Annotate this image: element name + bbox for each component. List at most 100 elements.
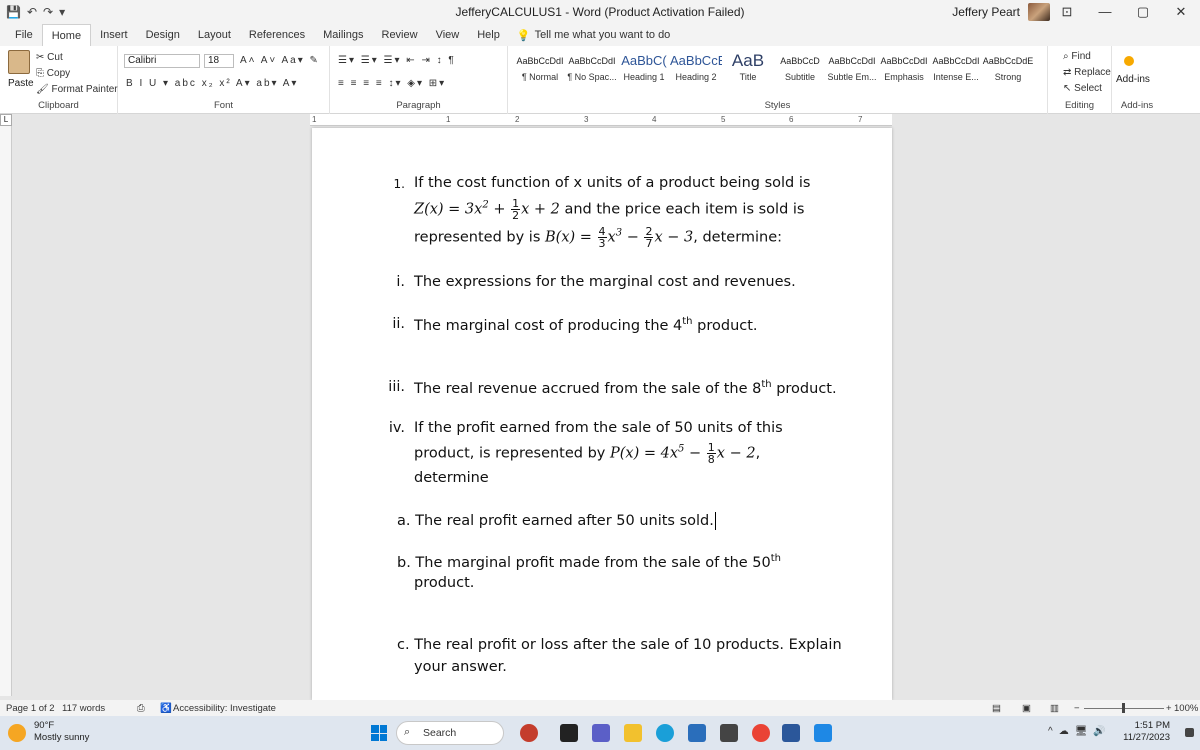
word-count[interactable]: 117 words <box>62 703 105 714</box>
app-icon-word[interactable] <box>782 724 800 742</box>
tab-file[interactable]: File <box>6 24 42 46</box>
lightbulb-icon: 💡 <box>516 29 531 42</box>
ruler-mark: 7 <box>858 115 863 124</box>
tell-me-search[interactable]: 💡 Tell me what you want to do <box>517 29 670 42</box>
accessibility-icon: ♿ <box>160 703 172 714</box>
format-painter-button[interactable]: 🖌 Format Painter <box>36 84 118 95</box>
ribbon-tabs: File Home Insert Design Layout Reference… <box>0 23 1200 47</box>
search-icon: ⌕ <box>404 726 411 738</box>
paste-button[interactable]: Paste <box>8 78 34 89</box>
maximize-icon[interactable]: ▢ <box>1124 0 1162 24</box>
weather-widget[interactable]: 90°F Mostly sunny <box>34 720 89 744</box>
app-icon-file-explorer[interactable] <box>624 724 642 742</box>
style-emphasis[interactable]: AaBbCcDdI Emphasis <box>878 52 930 82</box>
replace-label: Replace <box>1074 67 1111 78</box>
ribbon-display-options-icon[interactable]: ⊡ <box>1048 0 1086 24</box>
style-heading-2[interactable]: AaBbCcE Heading 2 <box>670 52 722 82</box>
style-sample: AaBbCcD <box>780 56 820 66</box>
save-icon[interactable]: 💾 <box>6 5 21 19</box>
app-icon-store[interactable] <box>688 724 706 742</box>
redo-icon[interactable]: ↷ <box>43 5 53 19</box>
tab-selector[interactable]: L <box>0 114 12 126</box>
print-layout-icon[interactable]: ▣ <box>1022 703 1031 714</box>
style-intense-emphasis[interactable]: AaBbCcDdI Intense E... <box>930 52 982 82</box>
vertical-ruler[interactable] <box>0 126 12 696</box>
document-page[interactable]: 1. If the cost function of x units of a … <box>312 128 892 700</box>
windows-start-icon[interactable] <box>371 725 387 741</box>
tab-insert[interactable]: Insert <box>91 24 137 46</box>
page-count[interactable]: Page 1 of 2 <box>6 703 55 714</box>
app-icon-task-view[interactable] <box>560 724 578 742</box>
style-no-spacing[interactable]: AaBbCcDdI ¶ No Spac... <box>566 52 618 82</box>
tab-home[interactable]: Home <box>41 23 92 47</box>
proofing-icon[interactable]: ⎙ <box>137 703 145 714</box>
cut-button[interactable]: ✂ Cut <box>36 52 63 63</box>
customize-qat-icon[interactable]: ▾ <box>59 5 65 19</box>
copy-button[interactable]: ⎘ Copy <box>36 68 70 79</box>
tab-mailings[interactable]: Mailings <box>314 24 372 46</box>
zoom-level[interactable]: 100% <box>1174 703 1198 714</box>
find-button[interactable]: ⌕ Find <box>1063 51 1091 62</box>
style-title[interactable]: AaB Title <box>722 52 774 82</box>
fraction: 12 <box>511 198 521 221</box>
app-icon-mail[interactable] <box>720 724 738 742</box>
font-row-2[interactable]: B I U ▾ abc x₂ x² A▾ ab▾ A▾ <box>126 78 298 89</box>
tab-layout[interactable]: Layout <box>189 24 240 46</box>
taskbar-search[interactable]: Search <box>396 721 504 745</box>
app-icon-teams[interactable] <box>592 724 610 742</box>
zoom-slider-thumb[interactable] <box>1122 703 1125 713</box>
text-run: c. The real profit or loss after the sal… <box>397 637 842 653</box>
style-name: ¶ No Spac... <box>567 72 617 82</box>
paragraph-row-2[interactable]: ≡ ≡ ≡ ≡ ↕▾ ◈▾ ⊞▾ <box>338 78 446 89</box>
minimize-icon[interactable]: — <box>1086 0 1124 24</box>
zoom-out-icon[interactable]: − <box>1074 703 1080 714</box>
ordinal-suffix: th <box>761 379 772 390</box>
addins-button[interactable]: Add-ins <box>1116 74 1150 85</box>
text-run: and the price each item is sold is <box>559 201 805 218</box>
tab-design[interactable]: Design <box>137 24 189 46</box>
close-icon[interactable]: ✕ <box>1162 0 1200 24</box>
user-account[interactable]: Jeffery Peart <box>952 3 1050 21</box>
paste-icon[interactable] <box>8 50 30 74</box>
replace-button[interactable]: ⇄ Replace <box>1063 67 1111 78</box>
item-ii: ii. The marginal cost of producing the 4… <box>392 316 834 334</box>
font-row-1[interactable]: A˄ A˅ Aa▾ ✎ <box>240 55 320 66</box>
style-heading-1[interactable]: AaBbC(Heading 1 <box>618 52 670 82</box>
style-subtle-emphasis[interactable]: AaBbCcDdI Subtle Em... <box>826 52 878 82</box>
horizontal-ruler[interactable]: 1 1 2 3 4 5 6 7 <box>310 114 892 126</box>
math-run: x − 2 <box>716 445 756 462</box>
clipboard-group-label: Clipboard <box>38 100 79 111</box>
tab-references[interactable]: References <box>240 24 314 46</box>
system-tray[interactable]: ^☁🖥🔊 <box>1048 726 1112 737</box>
title-bar: 💾 ↶ ↷ ▾ JefferyCALCULUS1 - Word (Product… <box>0 0 1200 24</box>
text-run: If the profit earned from the sale of 50… <box>414 420 783 436</box>
notification-icon[interactable] <box>1185 728 1194 737</box>
addins-icon[interactable] <box>1124 56 1134 66</box>
zoom-in-icon[interactable]: + <box>1166 703 1172 714</box>
app-icon-widgets[interactable] <box>520 724 538 742</box>
web-layout-icon[interactable]: ▥ <box>1050 703 1059 714</box>
focus-mode-icon[interactable]: ▤ <box>992 703 1001 714</box>
font-name-select[interactable]: Calibri <box>124 54 200 68</box>
style-name: Strong <box>994 72 1022 82</box>
sun-icon[interactable] <box>8 724 26 742</box>
clock[interactable]: 1:51 PM 11/27/2023 <box>1123 720 1170 744</box>
ordinal-suffix: th <box>770 553 782 564</box>
tab-review[interactable]: Review <box>373 24 427 46</box>
app-icon-chrome[interactable] <box>752 724 770 742</box>
font-size-select[interactable]: 18 <box>204 54 234 68</box>
paragraph-row-1[interactable]: ☰▾ ☰▾ ☰▾ ⇤ ⇥ ↕ ¶ <box>338 55 456 66</box>
style-subtitle[interactable]: AaBbCcD Subtitle <box>774 52 826 82</box>
tab-help[interactable]: Help <box>468 24 509 46</box>
app-icon-photos[interactable] <box>814 724 832 742</box>
style-name: ¶ Normal <box>521 72 559 82</box>
select-button[interactable]: ↖ Select <box>1063 83 1102 94</box>
style-strong[interactable]: AaBbCcDdE Strong <box>982 52 1034 82</box>
math-run: x <box>607 229 616 246</box>
style-sample: AaBbCcDdI <box>568 56 616 66</box>
accessibility-status[interactable]: Accessibility: Investigate <box>173 703 276 714</box>
app-icon-edge[interactable] <box>656 724 674 742</box>
tab-view[interactable]: View <box>427 24 469 46</box>
undo-icon[interactable]: ↶ <box>27 5 37 19</box>
style-normal[interactable]: AaBbCcDdI ¶ Normal <box>514 52 566 82</box>
